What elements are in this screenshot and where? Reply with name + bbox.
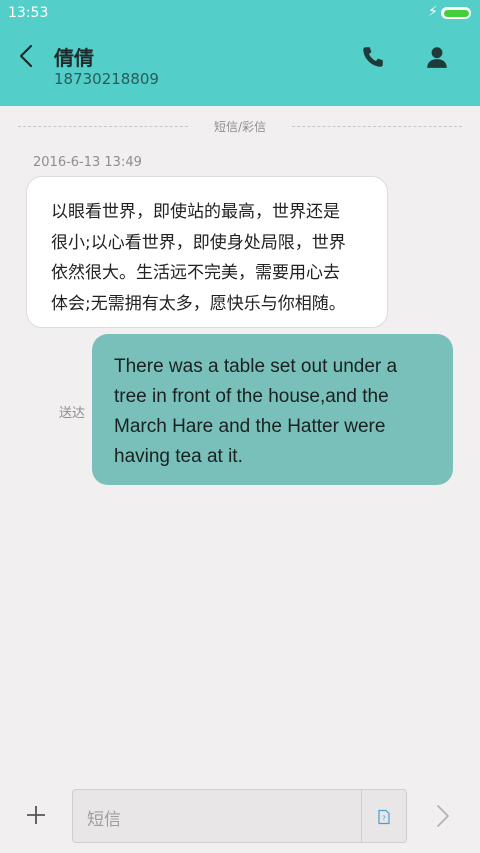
incoming-line: 以眼看世界，即使站的最高，世界还是 [51, 202, 340, 222]
svg-text:?: ? [382, 815, 386, 823]
conversation-header: 倩倩 18730218809 [0, 28, 480, 106]
message-timestamp: 2016-6-13 13:49 [33, 155, 142, 170]
chevron-left-icon[interactable] [14, 42, 38, 70]
status-time: 13:53 [8, 5, 49, 21]
delivery-status: 送达 [59, 406, 86, 421]
channel-divider: 短信/彩信 [18, 118, 462, 134]
battery-icon [441, 7, 471, 19]
person-icon[interactable] [424, 44, 450, 70]
outgoing-line: There was a table set out under a [114, 356, 398, 377]
incoming-line: 依然很大。生活远不完美，需要用心去 [51, 263, 340, 283]
status-bar: 13:53 ⚡ [0, 0, 480, 28]
outgoing-line: March Hare and the Hatter were [114, 416, 386, 437]
incoming-line: 很小;以心看世界，即使身处局限，世界 [51, 232, 346, 253]
channel-label: 短信/彩信 [213, 120, 267, 134]
composer-bar: 短信 ? [0, 775, 480, 853]
chevron-right-icon[interactable] [434, 803, 452, 829]
sim-card-icon[interactable]: ? [376, 809, 392, 825]
contact-name: 倩倩 [54, 46, 94, 70]
plus-icon[interactable] [24, 803, 48, 827]
contact-phone-number: 18730218809 [54, 70, 159, 88]
outgoing-message-text: There was a table set out under a tree i… [114, 352, 431, 472]
outgoing-message-bubble[interactable]: There was a table set out under a tree i… [92, 334, 453, 485]
outgoing-line: having tea at it. [114, 446, 243, 467]
charging-icon: ⚡ [428, 4, 438, 20]
incoming-message-text: 以眼看世界，即使站的最高，世界还是 很小;以心看世界，即使身处局限，世界 依然很… [51, 197, 363, 319]
phone-icon[interactable] [360, 44, 386, 70]
incoming-message-bubble[interactable]: 以眼看世界，即使站的最高，世界还是 很小;以心看世界，即使身处局限，世界 依然很… [26, 176, 388, 328]
outgoing-line: tree in front of the house,and the [114, 386, 389, 407]
input-divider [361, 790, 362, 842]
message-input[interactable]: 短信 ? [72, 789, 407, 843]
message-input-placeholder: 短信 [87, 810, 121, 830]
incoming-line: 体会;无需拥有太多，愿快乐与你相随。 [51, 293, 346, 314]
